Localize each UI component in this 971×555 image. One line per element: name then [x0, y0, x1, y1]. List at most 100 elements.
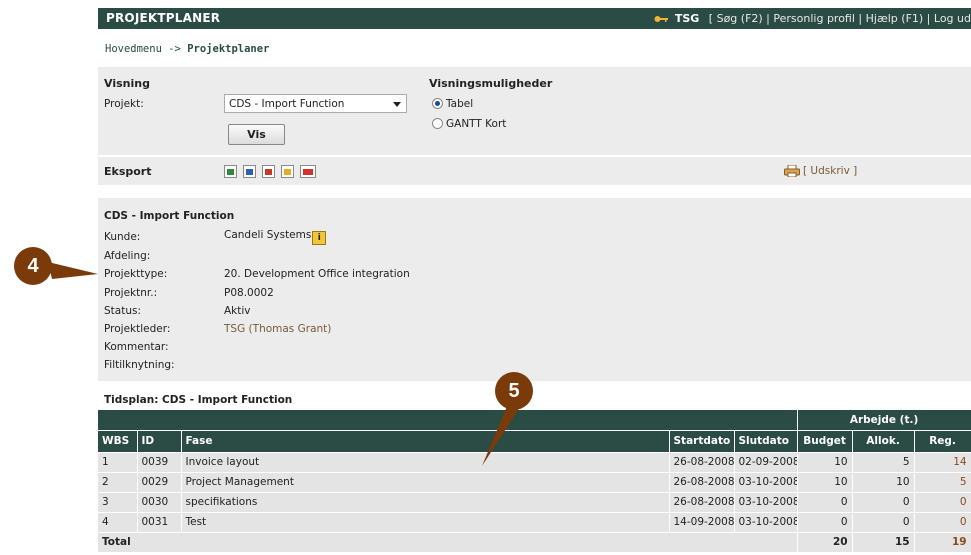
cell-id: 0039: [137, 452, 182, 473]
cell-fase: specifikations: [181, 492, 670, 513]
cell-allok: 5: [852, 452, 915, 473]
col-fase[interactable]: Fase: [181, 430, 670, 453]
chevron-down-icon: [393, 102, 401, 107]
cell-end: 03-10-2008: [734, 512, 798, 533]
breadcrumb: Hovedmenu -> Projektplaner: [98, 30, 971, 66]
label-kunde: Kunde:: [104, 231, 141, 243]
key-icon: [654, 16, 669, 22]
col-wbs[interactable]: WBS: [98, 430, 138, 453]
col-slutdato[interactable]: Slutdato: [734, 430, 798, 453]
pdf-icon[interactable]: [262, 165, 275, 178]
user-name[interactable]: TSG: [675, 12, 699, 25]
radio-gantt-label: GANTT Kort: [446, 118, 507, 130]
col-allok[interactable]: Allok.: [852, 430, 915, 453]
cell-reg[interactable]: 0: [914, 512, 971, 533]
cell-allok: 10: [852, 472, 915, 493]
cell-wbs: 3: [98, 492, 138, 513]
radio-checked-icon[interactable]: [432, 98, 443, 109]
cell-allok: 0: [852, 492, 915, 513]
cell-reg[interactable]: 14: [914, 452, 971, 473]
excel-icon[interactable]: [224, 165, 237, 178]
value-kunde: Candeli Systems i: [224, 229, 327, 245]
cell-wbs: 2: [98, 472, 138, 493]
value-status: Aktiv: [224, 305, 251, 317]
radio-tabel[interactable]: Tabel: [432, 98, 473, 110]
label-projektleder: Projektleder:: [104, 323, 171, 335]
print-link[interactable]: [ Udskriv ]: [803, 165, 857, 177]
label-afdeling: Afdeling:: [104, 250, 151, 262]
cell-end: 02-09-2008: [734, 452, 798, 473]
visning-title: Visning: [104, 77, 150, 90]
visning-panel: Visning Projekt: CDS - Import Function V…: [98, 67, 971, 155]
label-kommentar: Kommentar:: [104, 341, 169, 353]
project-select[interactable]: CDS - Import Function: [224, 94, 407, 113]
view-options-title: Visningsmuligheder: [429, 77, 553, 90]
cell-budget: 10: [797, 472, 853, 493]
table-row[interactable]: 4 0031 Test 14-09-2008 03-10-2008 0 0 0: [98, 512, 971, 533]
schedule-title: Tidsplan: CDS - Import Function: [104, 394, 293, 406]
cell-wbs: 4: [98, 512, 138, 533]
cell-id: 0030: [137, 492, 182, 513]
eksport-panel: Eksport [ Udskriv ]: [98, 157, 971, 185]
breadcrumb-current: Projektplaner: [187, 43, 270, 55]
table-group-header: Arbejde (t.): [98, 410, 971, 431]
printer-icon[interactable]: [784, 165, 800, 177]
cell-allok: 0: [852, 512, 915, 533]
word-icon[interactable]: [243, 165, 256, 178]
project-info-title: CDS - Import Function: [104, 210, 235, 222]
breadcrumb-home[interactable]: Hovedmenu: [105, 43, 162, 55]
xml-icon[interactable]: [300, 165, 316, 178]
total-label: Total: [98, 532, 798, 553]
col-startdato[interactable]: Startdato: [669, 430, 735, 453]
callout-4: 4: [14, 247, 52, 285]
schedule-table: Arbejde (t.) WBS ID Fase Startdato Slutd…: [98, 410, 971, 553]
cell-wbs: 1: [98, 452, 138, 473]
group-header-arbejde: Arbejde (t.): [797, 410, 971, 431]
app-title: PROJEKTPLANER: [106, 11, 221, 25]
value-projektleder[interactable]: TSG (Thomas Grant): [224, 323, 331, 335]
project-select-value: CDS - Import Function: [229, 98, 345, 110]
col-budget[interactable]: Budget: [797, 430, 853, 453]
label-projektnr: Projektnr.:: [104, 287, 158, 299]
cell-end: 03-10-2008: [734, 492, 798, 513]
group-header-empty: [98, 410, 798, 431]
total-budget: 20: [797, 532, 853, 553]
cell-start: 14-09-2008: [669, 512, 735, 533]
table-row[interactable]: 2 0029 Project Management 26-08-2008 03-…: [98, 472, 971, 493]
cell-reg[interactable]: 5: [914, 472, 971, 493]
cell-id: 0029: [137, 472, 182, 493]
table-total-row: Total 20 15 19: [98, 532, 971, 553]
top-links: TSG [ Søg (F2) | Personlig profil | Hjæl…: [654, 12, 971, 25]
cell-start: 26-08-2008: [669, 492, 735, 513]
cell-fase: Invoice layout: [181, 452, 670, 473]
label-status: Status:: [104, 305, 141, 317]
col-id[interactable]: ID: [137, 430, 182, 453]
radio-tabel-label: Tabel: [446, 98, 474, 110]
table-row[interactable]: 3 0030 specifikations 26-08-2008 03-10-2…: [98, 492, 971, 513]
cell-budget: 0: [797, 512, 853, 533]
table-header: WBS ID Fase Startdato Slutdato Budget Al…: [98, 430, 971, 453]
top-bar: PROJEKTPLANER TSG [ Søg (F2) | Personlig…: [98, 8, 971, 29]
cell-fase: Project Management: [181, 472, 670, 493]
value-projekttype: 20. Development Office integration: [224, 268, 410, 280]
table-row[interactable]: 1 0039 Invoice layout 26-08-2008 02-09-2…: [98, 452, 971, 473]
cell-id: 0031: [137, 512, 182, 533]
header-links[interactable]: [ Søg (F2) | Personlig profil | Hjælp (F…: [709, 12, 971, 25]
project-info-panel: CDS - Import Function Kunde: Candeli Sys…: [98, 198, 971, 381]
project-label: Projekt:: [104, 98, 144, 110]
label-projekttype: Projekttype:: [104, 268, 168, 280]
cell-fase: Test: [181, 512, 670, 533]
value-projektnr: P08.0002: [224, 287, 274, 299]
total-reg: 19: [914, 532, 971, 553]
eksport-title: Eksport: [104, 165, 152, 178]
outlook-icon[interactable]: [281, 165, 294, 178]
label-filtilknytning: Filtilknytning:: [104, 359, 175, 371]
col-reg[interactable]: Reg.: [914, 430, 971, 453]
radio-gantt[interactable]: GANTT Kort: [432, 118, 506, 130]
value-kunde-text: Candeli Systems: [224, 229, 312, 241]
cell-reg[interactable]: 0: [914, 492, 971, 513]
info-icon[interactable]: i: [312, 231, 327, 245]
total-allok: 15: [852, 532, 915, 553]
radio-unchecked-icon[interactable]: [432, 118, 443, 129]
show-button[interactable]: Vis: [228, 124, 285, 145]
